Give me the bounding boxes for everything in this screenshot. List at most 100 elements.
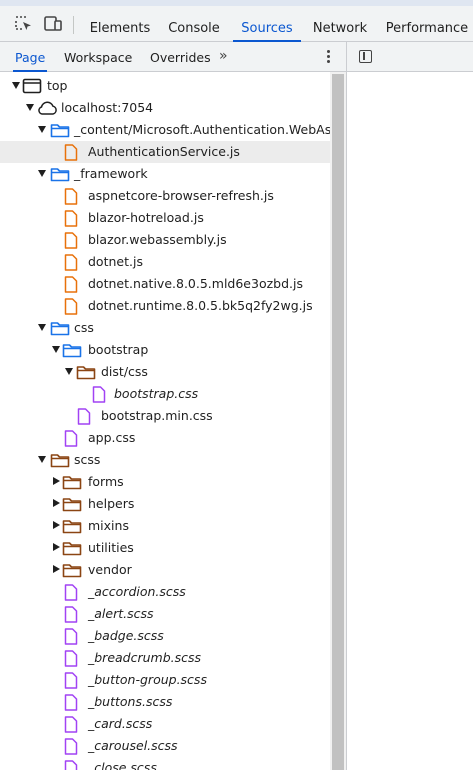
folder-icon (62, 344, 82, 358)
tree-item[interactable]: vendor (0, 559, 330, 581)
tree-item[interactable]: _close.scss (0, 757, 330, 770)
tree-item[interactable]: _badge.scss (0, 625, 330, 647)
tree-item-label: _content/Microsoft.Authentication.WebAss… (74, 122, 330, 137)
inspect-element-icon[interactable] (14, 15, 34, 33)
tree-item-label: utilities (88, 540, 134, 555)
tree-item[interactable]: blazor-hotreload.js (0, 207, 330, 229)
tree-item[interactable]: dist/css (0, 361, 330, 383)
tree-item[interactable]: bootstrap.css (0, 383, 330, 405)
tree-item-label: forms (88, 474, 124, 489)
tree-item[interactable]: _content/Microsoft.Authentication.WebAss… (0, 119, 330, 141)
expand-arrow-right-icon[interactable] (53, 521, 60, 529)
tree-item[interactable]: _button-group.scss (0, 669, 330, 691)
expand-arrow-down-icon[interactable] (65, 368, 73, 375)
tab-sources[interactable]: Sources (233, 6, 301, 42)
tree-item[interactable]: bootstrap.min.css (0, 405, 330, 427)
tree-item[interactable]: blazor.webassembly.js (0, 229, 330, 251)
tree-item[interactable]: _framework (0, 163, 330, 185)
tree-item-label: _button-group.scss (88, 672, 207, 687)
tree-item[interactable]: _card.scss (0, 713, 330, 735)
tab-workspace[interactable]: Workspace (64, 42, 132, 71)
expand-arrow-right-icon[interactable] (53, 543, 60, 551)
tree-item[interactable]: dotnet.native.8.0.5.mld6e3ozbd.js (0, 273, 330, 295)
js-file-icon (64, 144, 78, 161)
tree-item-label: _card.scss (88, 716, 153, 731)
tab-performance[interactable]: Performance (382, 6, 472, 41)
tab-overrides[interactable]: Overrides (150, 42, 211, 71)
editor-toolbar (347, 42, 473, 72)
expand-arrow-right-icon[interactable] (53, 477, 60, 485)
folder-icon (50, 168, 70, 182)
tree-item[interactable]: utilities (0, 537, 330, 559)
tab-console[interactable]: Console (162, 6, 226, 41)
panel-splitter[interactable] (346, 42, 347, 770)
tree-item-label: blazor.webassembly.js (88, 232, 227, 247)
tree-item[interactable]: localhost:7054 (0, 97, 330, 119)
folder-icon (50, 124, 70, 138)
kebab-menu-icon[interactable] (324, 50, 332, 64)
tree-item[interactable]: aspnetcore-browser-refresh.js (0, 185, 330, 207)
tree-item[interactable]: mixins (0, 515, 330, 537)
folder-icon (76, 366, 96, 380)
tree-item-label: _framework (74, 166, 148, 181)
tree-item[interactable]: css (0, 317, 330, 339)
tree-item[interactable]: _carousel.scss (0, 735, 330, 757)
tree-item-label: css (74, 320, 94, 335)
navigator-toolbar: Page Workspace Overrides » (0, 42, 346, 72)
css-file-icon (64, 716, 78, 733)
tree-item-label: dist/css (101, 364, 148, 379)
js-file-icon (64, 276, 78, 293)
tree-item[interactable]: dotnet.runtime.8.0.5.bk5q2fy2wg.js (0, 295, 330, 317)
tree-item[interactable]: forms (0, 471, 330, 493)
tree-item-label: _accordion.scss (88, 584, 186, 599)
expand-arrow-down-icon[interactable] (52, 346, 60, 353)
js-file-icon (64, 232, 78, 249)
tree-item[interactable]: helpers (0, 493, 330, 515)
expand-arrow-down-icon[interactable] (38, 170, 46, 177)
tab-page[interactable]: Page (13, 42, 48, 72)
expand-arrow-right-icon[interactable] (53, 499, 60, 507)
tree-item-label: _badge.scss (88, 628, 164, 643)
tree-item-label: dotnet.runtime.8.0.5.bk5q2fy2wg.js (88, 298, 313, 313)
tree-item-label: AuthenticationService.js (88, 144, 240, 159)
js-file-icon (64, 188, 78, 205)
tree-item-label: helpers (88, 496, 135, 511)
tab-elements[interactable]: Elements (88, 6, 152, 41)
expand-arrow-down-icon[interactable] (38, 324, 46, 331)
tree-item[interactable]: AuthenticationService.js (0, 141, 330, 163)
toolbar-separator (73, 16, 74, 34)
tree-item-label: _buttons.scss (88, 694, 173, 709)
tree-item-label: bootstrap.min.css (101, 408, 213, 423)
file-tree: top localhost:7054 _content/Microsoft.Auth… (0, 72, 330, 770)
tree-item-label: scss (74, 452, 101, 467)
device-toolbar-icon[interactable] (43, 15, 63, 33)
toggle-sidebar-icon[interactable] (359, 50, 372, 63)
tree-item[interactable]: bootstrap (0, 339, 330, 361)
tree-item[interactable]: _accordion.scss (0, 581, 330, 603)
expand-arrow-right-icon[interactable] (53, 565, 60, 573)
expand-arrow-down-icon[interactable] (38, 456, 46, 463)
tree-item[interactable]: dotnet.js (0, 251, 330, 273)
css-file-icon (64, 628, 78, 645)
expand-arrow-down-icon[interactable] (12, 82, 20, 89)
tree-item-label: app.css (88, 430, 136, 445)
folder-icon (62, 542, 82, 556)
tree-item-label: bootstrap (88, 342, 149, 357)
tree-item[interactable]: top (0, 75, 330, 97)
css-file-icon (64, 606, 78, 623)
expand-arrow-down-icon[interactable] (26, 104, 34, 111)
more-tabs-chevron-icon[interactable]: » (219, 48, 228, 64)
tree-item[interactable]: _breadcrumb.scss (0, 647, 330, 669)
tree-item[interactable]: scss (0, 449, 330, 471)
css-file-icon (64, 430, 78, 447)
tree-scrollbar-thumb[interactable] (332, 74, 344, 770)
tree-item-label: dotnet.native.8.0.5.mld6e3ozbd.js (88, 276, 303, 291)
tree-item-label: top (47, 78, 68, 93)
tree-item-label: _breadcrumb.scss (88, 650, 202, 665)
tab-network[interactable]: Network (308, 6, 372, 41)
tree-item[interactable]: app.css (0, 427, 330, 449)
tree-item[interactable]: _alert.scss (0, 603, 330, 625)
tree-item-label: localhost:7054 (61, 100, 154, 115)
expand-arrow-down-icon[interactable] (38, 126, 46, 133)
tree-item[interactable]: _buttons.scss (0, 691, 330, 713)
